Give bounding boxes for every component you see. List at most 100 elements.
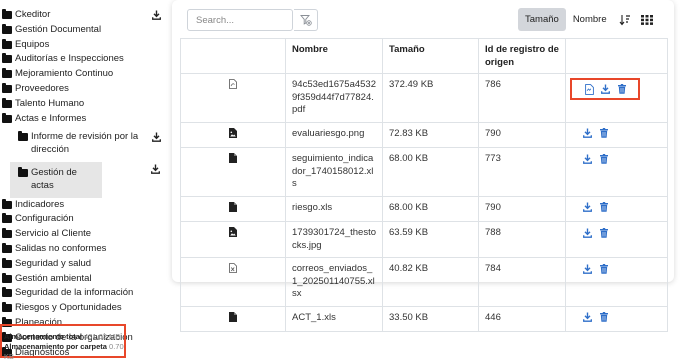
download-button[interactable] — [582, 128, 593, 139]
pdf-file-icon — [229, 79, 237, 89]
grid-view-button[interactable] — [636, 8, 658, 31]
file-name-cell: 94c53ed1675a45329f359d44f7d77824.pdf — [285, 73, 383, 123]
image-file-icon — [229, 127, 237, 138]
folder-item-5[interactable]: Proveedores — [0, 82, 168, 97]
table-row[interactable]: ACT_1.xls 33.50 KB 446 — [180, 305, 668, 332]
folder-item-after-1[interactable]: Configuración — [0, 212, 168, 227]
file-size-cell: 63.59 KB — [382, 221, 479, 258]
file-name-cell: 1739301724_thestocks.jpg — [285, 221, 383, 258]
folder-item-4[interactable]: Mejoramiento Continuo — [0, 67, 168, 82]
storage-per-folder: Almacenamiento por carpeta 0.70 KB — [4, 342, 124, 359]
table-row[interactable]: evaluariesgo.png 72.83 KB 790 — [180, 121, 668, 148]
folder-label: Gestión de actas — [31, 166, 77, 191]
folder-icon — [2, 82, 12, 93]
sort-descending-icon — [619, 14, 630, 25]
actions-cell — [565, 121, 668, 148]
file-name-cell: seguimiento_indicador_1740158012.xls — [285, 147, 383, 197]
download-button[interactable] — [582, 312, 593, 323]
sort-by-name-button[interactable]: Nombre — [565, 8, 614, 31]
download-button[interactable] — [582, 227, 593, 238]
folder-item-after-5[interactable]: Gestión ambiental — [0, 272, 168, 287]
table-row[interactable]: correos_enviados_1_202501140755.xlsx 40.8… — [180, 257, 668, 307]
row-actions — [572, 263, 661, 274]
header-name[interactable]: Nombre — [285, 38, 383, 74]
delete-button[interactable] — [598, 227, 609, 238]
delete-button[interactable] — [598, 312, 609, 323]
folder-item-2[interactable]: Equipos — [0, 38, 168, 53]
folder-item-1[interactable]: Gestión Documental — [0, 23, 168, 38]
file-type-cell — [180, 121, 286, 148]
file-size-cell: 72.83 KB — [382, 121, 479, 148]
folder-item-sub-0[interactable]: Informe de revisión por la dirección — [0, 130, 168, 158]
table-row[interactable]: 94c53ed1675a45329f359d44f7d77824.pdf 372.… — [180, 73, 668, 123]
table-row[interactable]: 1739301724_thestocks.jpg 63.59 KB 788 — [180, 221, 668, 258]
download-icon — [583, 154, 592, 164]
folder-label: Gestión Documental — [15, 23, 102, 35]
sort-by-size-button[interactable]: Tamaño — [518, 8, 566, 31]
folder-icon — [2, 213, 12, 224]
file-type-cell — [180, 221, 286, 258]
folder-label: Talento Humano — [15, 97, 85, 109]
download-folder-button[interactable] — [152, 10, 161, 20]
clear-filter-button[interactable] — [294, 9, 318, 31]
search-input[interactable] — [187, 9, 293, 31]
folder-item-0[interactable]: Ckeditor — [0, 8, 168, 23]
preview-button[interactable] — [584, 83, 595, 95]
download-folder-button[interactable] — [152, 132, 161, 143]
download-button[interactable] — [600, 84, 611, 95]
folder-label: Mejoramiento Continuo — [15, 68, 114, 80]
origin-id-cell: 784 — [478, 257, 566, 307]
folder-item-after-3[interactable]: Salidas no conformes — [0, 242, 168, 257]
row-actions — [572, 153, 661, 164]
storage-total: Almacenamiento total 431.63 MB — [4, 332, 121, 341]
sort-toolbar: Tamaño Nombre — [518, 8, 658, 31]
header-icon — [180, 38, 286, 74]
delete-button[interactable] — [598, 263, 609, 274]
folder-label: Gestión ambiental — [15, 272, 92, 284]
folder-item-sub-1[interactable]: Gestión de actas — [10, 161, 160, 198]
row-actions — [572, 312, 661, 323]
file-name-cell: evaluariesgo.png — [285, 121, 383, 148]
folder-item-6[interactable]: Talento Humano — [0, 97, 168, 112]
table-row[interactable]: riesgo.xls 68.00 KB 790 — [180, 195, 668, 222]
trash-icon — [599, 312, 608, 322]
header-size[interactable]: Tamaño — [382, 38, 479, 74]
actions-cell — [565, 221, 668, 258]
row-actions — [572, 227, 661, 238]
row-actions — [572, 128, 661, 139]
header-origin-id[interactable]: Id de registro de origen — [478, 38, 566, 74]
sort-direction-button[interactable] — [614, 8, 636, 31]
folder-icon — [18, 166, 28, 177]
origin-id-cell: 790 — [478, 121, 566, 148]
delete-button[interactable] — [616, 84, 627, 95]
download-button[interactable] — [582, 202, 593, 213]
download-button[interactable] — [582, 153, 593, 164]
download-button[interactable] — [582, 263, 593, 274]
folder-icon — [2, 38, 12, 49]
trash-icon — [599, 202, 608, 212]
download-folder-button[interactable] — [151, 164, 160, 174]
download-icon — [583, 228, 592, 238]
table-row[interactable]: seguimiento_indicador_1740158012.xls 68.0… — [180, 147, 668, 197]
folder-item-7[interactable]: Actas e Informes — [0, 112, 168, 127]
folder-label: Informe de revisión por la dirección — [31, 131, 139, 156]
file-type-cell — [180, 195, 286, 222]
delete-button[interactable] — [598, 202, 609, 213]
actions-cell — [565, 257, 668, 307]
file-type-cell — [180, 147, 286, 197]
folder-label: Riesgos y Oportunidades — [15, 302, 122, 314]
trash-icon — [599, 227, 608, 238]
delete-button[interactable] — [598, 153, 609, 164]
folder-item-3[interactable]: Auditorías e Inspecciones — [0, 52, 168, 67]
origin-id-cell: 788 — [478, 221, 566, 258]
excel-file-icon — [229, 263, 237, 273]
folder-item-after-6[interactable]: Seguridad de la información — [0, 286, 168, 301]
folder-sidebar: Ckeditor Gestión Documental Equipos Auditor… — [0, 0, 168, 359]
folder-item-after-7[interactable]: Riesgos y Oportunidades — [0, 301, 168, 316]
folder-label: Servicio al Cliente — [15, 228, 92, 240]
folder-item-after-2[interactable]: Servicio al Cliente — [0, 227, 168, 242]
folder-item-after-0[interactable]: Indicadores — [0, 198, 168, 213]
delete-button[interactable] — [598, 128, 609, 139]
actions-cell — [565, 305, 668, 332]
folder-item-after-4[interactable]: Seguridad y salud — [0, 257, 168, 272]
